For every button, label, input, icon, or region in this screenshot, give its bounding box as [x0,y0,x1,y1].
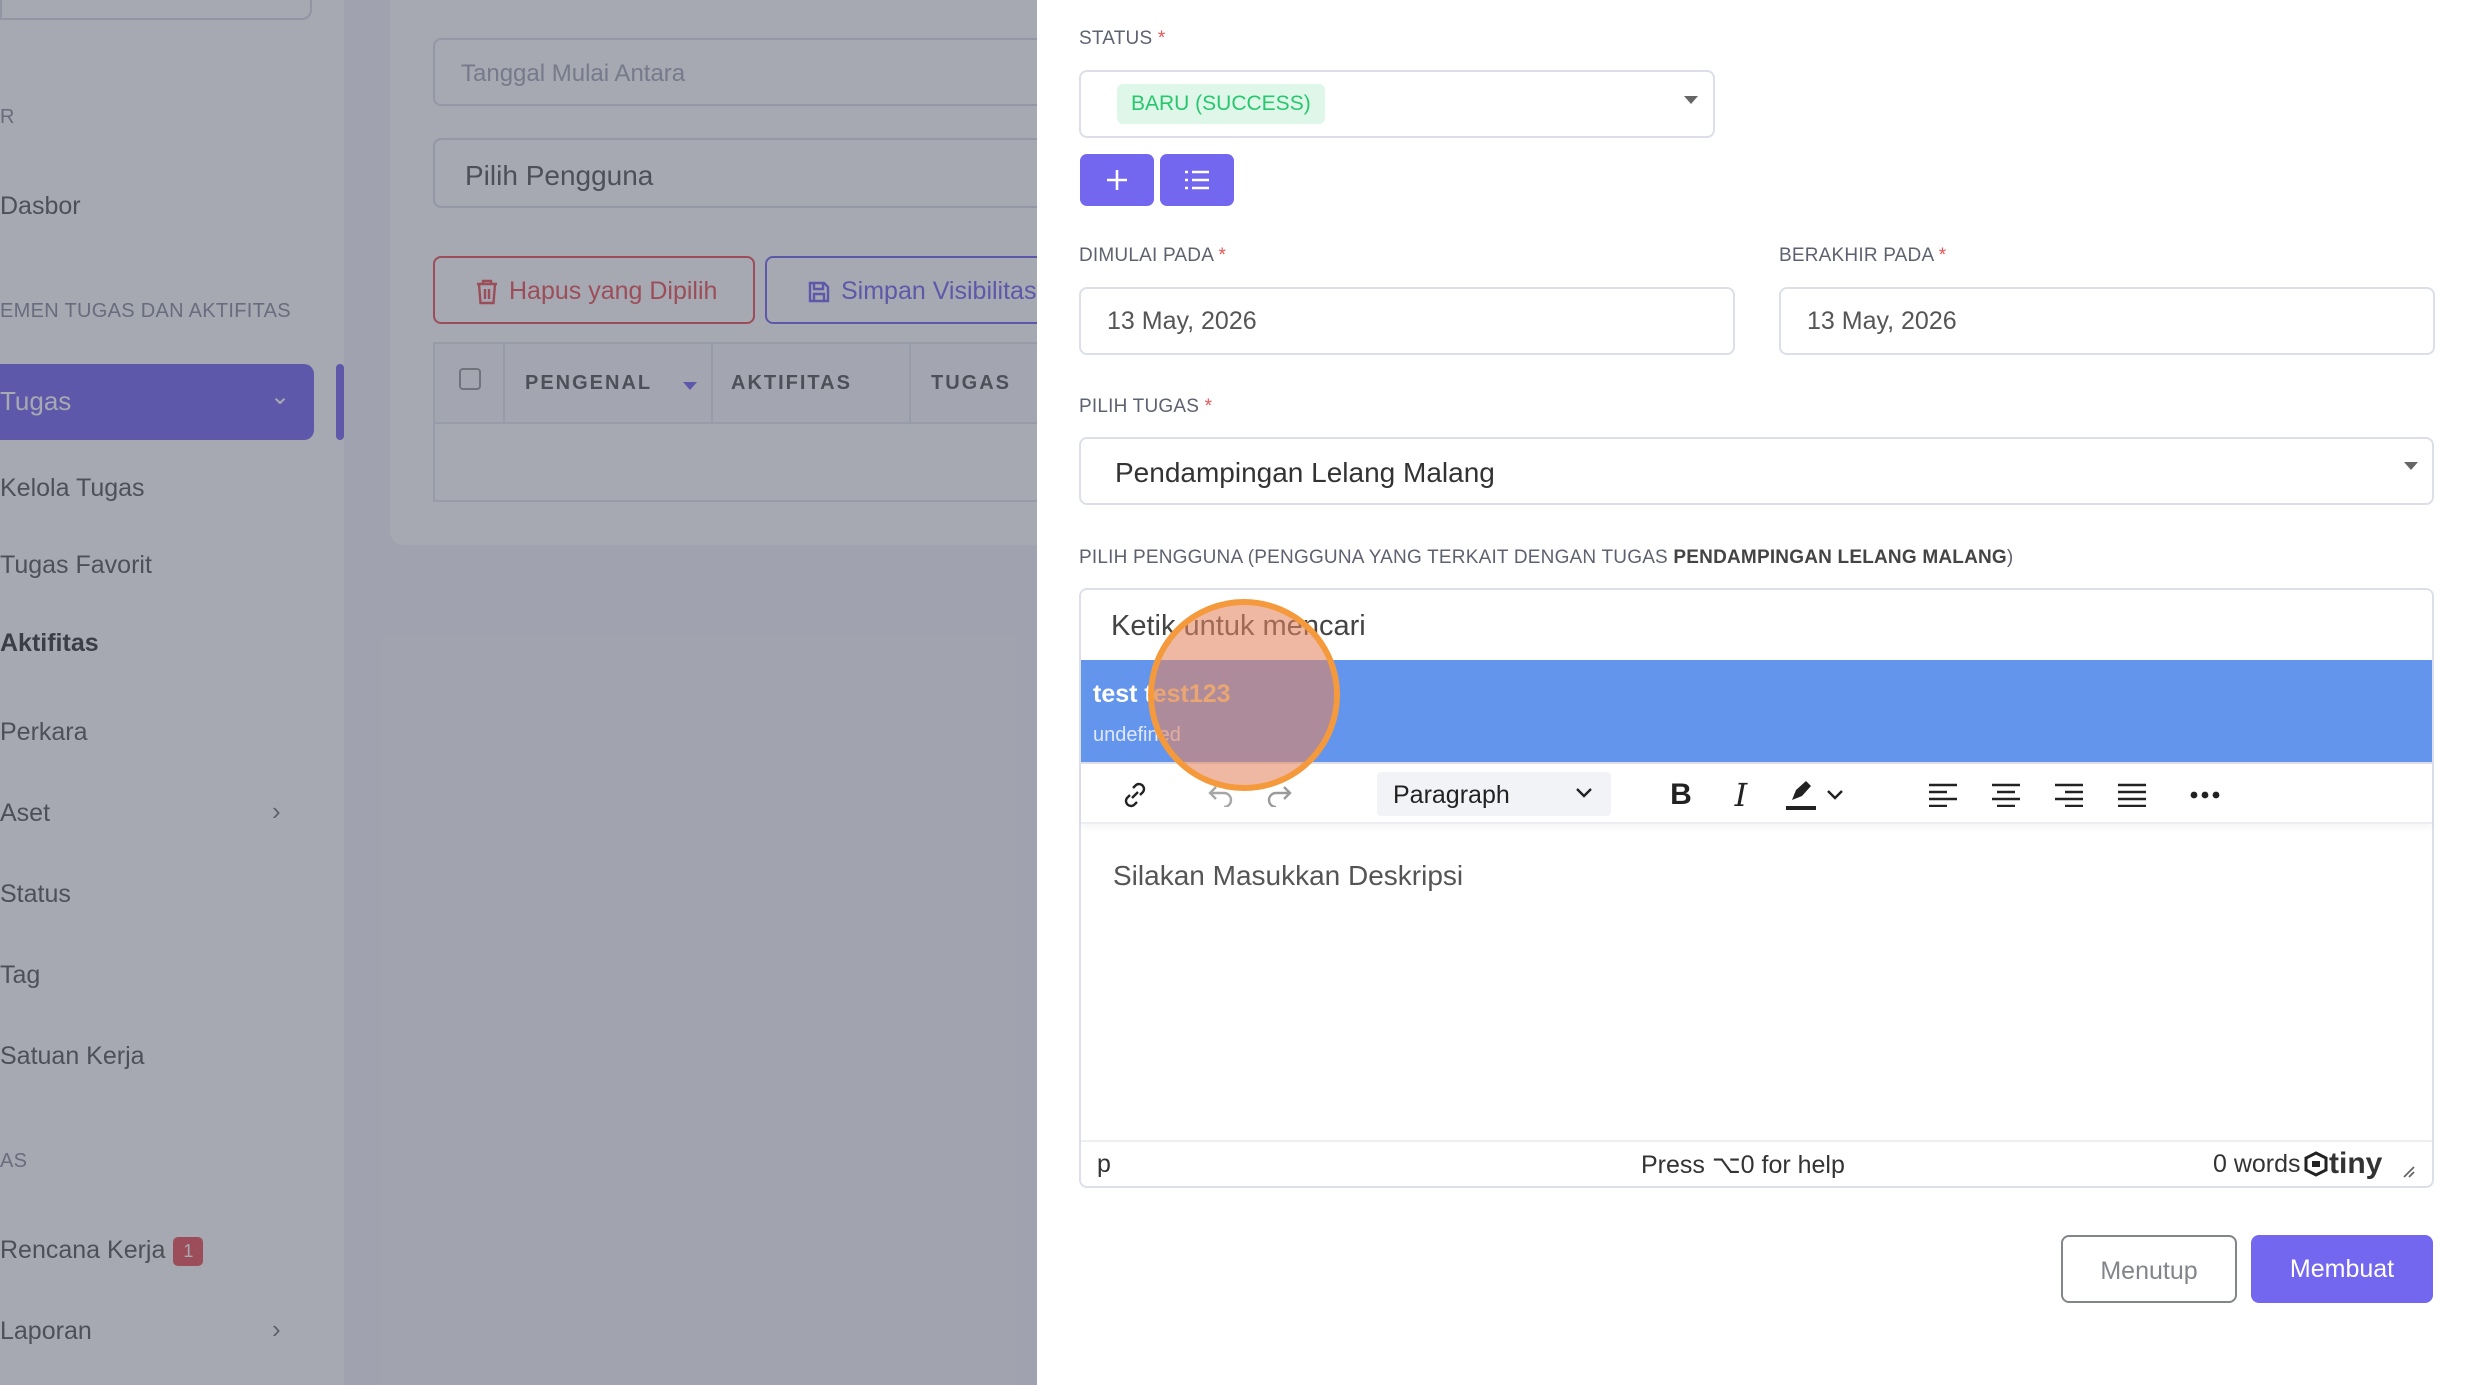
align-right-icon[interactable] [2049,776,2089,814]
editor-statusbar: p Press ⌥0 for help 0 words tiny [1081,1140,2432,1186]
link-icon[interactable] [1115,776,1155,814]
help-hint: Press ⌥0 for help [1641,1151,1845,1179]
end-date-input[interactable]: 13 May, 2026 [1779,287,2435,355]
task-label: PILIH TUGAS * [1079,396,1213,417]
status-select[interactable]: BARU (SUCCESS) [1079,70,1715,138]
editor-placeholder[interactable]: Silakan Masukkan Deskripsi [1113,860,1463,892]
list-status-button[interactable] [1160,154,1234,206]
status-badge: BARU (SUCCESS) [1117,84,1325,124]
status-label: STATUS * [1079,28,1166,49]
resize-handle-icon[interactable] [2401,1156,2415,1185]
add-status-button[interactable] [1080,154,1154,206]
list-icon [1185,170,1209,190]
modal-backdrop[interactable] [0,0,1037,1385]
start-date-input[interactable]: 13 May, 2026 [1079,287,1735,355]
plus-icon [1107,170,1127,190]
highlight-color-icon[interactable] [1781,776,1821,814]
start-date-label: DIMULAI PADA * [1079,245,1227,266]
task-select[interactable]: Pendampingan Lelang Malang [1079,437,2434,505]
user-picker-label: PILIH PENGGUNA (PENGGUNA YANG TERKAIT DE… [1079,547,2014,568]
chevron-down-icon [1576,788,1592,798]
caret-down-icon [1684,96,1698,104]
more-icon[interactable] [2185,776,2225,814]
chevron-down-icon[interactable] [1821,776,1849,814]
element-path[interactable]: p [1097,1150,1111,1179]
close-button[interactable]: Menutup [2061,1235,2237,1303]
align-left-icon[interactable] [1923,776,1963,814]
tiny-logo[interactable]: tiny [2303,1147,2382,1181]
italic-icon[interactable]: I [1721,776,1761,814]
tiny-icon [2304,1151,2328,1177]
click-indicator [1148,599,1340,791]
align-justify-icon[interactable] [2112,776,2152,814]
bold-icon[interactable]: B [1661,776,1701,814]
block-format-select[interactable]: Paragraph [1377,772,1611,816]
end-date-label: BERAKHIR PADA * [1779,245,1947,266]
align-center-icon[interactable] [1986,776,2026,814]
word-count[interactable]: 0 words [2213,1150,2301,1179]
description-editor: Paragraph B I Silakan Masukkan Deskripsi… [1079,764,2434,1188]
create-button[interactable]: Membuat [2251,1235,2433,1303]
caret-down-icon [2404,462,2418,470]
